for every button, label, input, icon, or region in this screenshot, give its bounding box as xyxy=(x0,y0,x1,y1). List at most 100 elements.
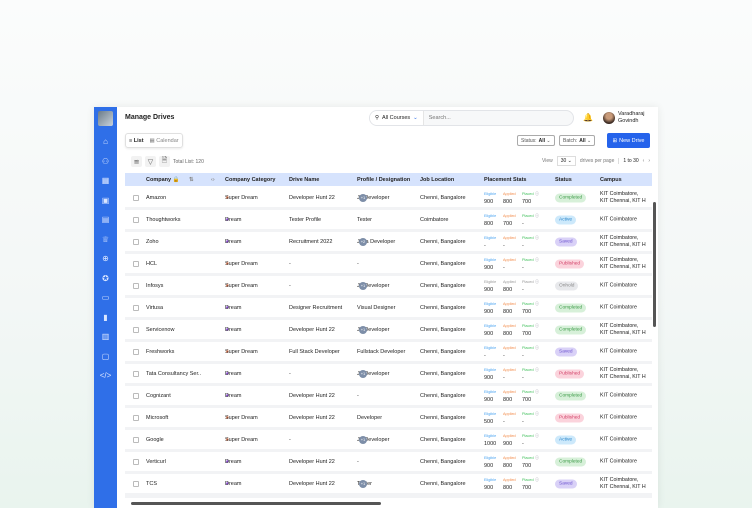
table-row[interactable]: TCS ★ Dream Developer Hunt 22 Tester+1 C… xyxy=(125,474,652,493)
table-row[interactable]: Thoughtworks ★ Dream Tester Profile Test… xyxy=(125,210,652,229)
more-profiles-badge[interactable]: +1 xyxy=(359,193,367,202)
table-row[interactable]: Infosys ★ Super Dream - Jr. Developer +1 … xyxy=(125,276,652,295)
award-icon[interactable]: ✪ xyxy=(94,269,117,289)
status-badge: Published xyxy=(555,259,585,268)
table-row[interactable]: Microsoft ★ Super Dream Developer Hunt 2… xyxy=(125,408,652,427)
drive-name: Developer Hunt 22 xyxy=(289,458,335,465)
horizontal-scrollbar[interactable] xyxy=(131,502,381,505)
info-icon[interactable]: ⓘ xyxy=(535,300,539,308)
row-checkbox[interactable] xyxy=(133,260,139,267)
col-company[interactable]: Company 🔒 xyxy=(146,177,179,183)
col-stats[interactable]: Placement Stats xyxy=(484,177,527,183)
table-row[interactable]: Verticurl ★ Dream Developer Hunt 22 - Ch… xyxy=(125,452,652,471)
id-card-icon[interactable]: ▥ xyxy=(94,327,117,347)
info-icon[interactable]: ⓘ xyxy=(535,410,539,418)
table-row[interactable]: Amazon ★ Super Dream Developer Hunt 22 J… xyxy=(125,188,652,207)
info-icon[interactable]: ⓘ xyxy=(535,190,539,198)
col-location[interactable]: Job Location xyxy=(420,177,454,183)
search-input[interactable] xyxy=(423,115,554,121)
row-checkbox[interactable] xyxy=(133,370,139,377)
table-row[interactable]: Zoho ★ Dream Recruitment 2022 Java Devel… xyxy=(125,232,652,251)
drive-name: Developer Hunt 22 xyxy=(289,194,335,201)
placement-stats: Eligible Applied Placed ⓘ 900 800 700 xyxy=(484,388,539,403)
more-profiles-badge[interactable]: +1 xyxy=(359,325,367,334)
more-profiles-badge[interactable]: +1 xyxy=(359,369,367,378)
book-icon[interactable]: ▤ xyxy=(94,210,117,230)
batch-filter[interactable]: Batch: All ⌄ xyxy=(559,135,596,146)
row-checkbox[interactable] xyxy=(133,414,139,421)
per-page-select[interactable]: 30 ⌄ xyxy=(556,156,576,166)
clipboard-icon[interactable]: ▣ xyxy=(94,191,117,211)
info-icon[interactable]: ⓘ xyxy=(535,476,539,484)
next-page-icon[interactable]: › xyxy=(648,158,650,164)
row-checkbox[interactable] xyxy=(133,282,139,289)
info-icon[interactable]: ⓘ xyxy=(535,256,539,264)
tab-list[interactable]: ≡ List xyxy=(126,134,147,147)
export-icon[interactable]: 🗎 xyxy=(159,156,170,167)
prev-page-icon[interactable]: ‹ xyxy=(643,158,645,164)
briefcase-icon[interactable]: ▭ xyxy=(94,288,117,308)
vertical-scrollbar[interactable] xyxy=(653,202,656,327)
row-checkbox[interactable] xyxy=(133,392,139,399)
campus: KIT Coimbatore xyxy=(600,282,637,288)
grid-icon[interactable]: ▦ xyxy=(94,171,117,191)
users-icon[interactable]: ⚇ xyxy=(94,152,117,172)
drive-name: Developer Hunt 22 xyxy=(289,392,335,399)
info-icon[interactable]: ⓘ xyxy=(535,344,539,352)
status-filter[interactable]: Status: All ⌄ xyxy=(517,135,555,146)
bell-icon[interactable]: 🔔 xyxy=(583,113,593,122)
row-checkbox[interactable] xyxy=(133,238,139,245)
more-profiles-badge[interactable]: +1 xyxy=(359,435,367,444)
col-category[interactable]: Company Category xyxy=(225,177,275,183)
info-icon[interactable]: ⓘ xyxy=(535,278,539,286)
drive-name: Developer Hunt 22 xyxy=(289,414,335,421)
company-name: Zoho xyxy=(146,238,159,245)
filter-icon[interactable]: ▽ xyxy=(145,156,156,167)
table-row[interactable]: Google ★ Super Dream - Jr. Developer +1 C… xyxy=(125,430,652,449)
sort-icon[interactable]: ⇅ xyxy=(189,177,194,183)
table-row[interactable]: HCL ★ Super Dream - - Chenni, Bangalore … xyxy=(125,254,652,273)
tab-calendar[interactable]: ▦ Calendar xyxy=(147,134,182,147)
more-profiles-badge[interactable]: +1 xyxy=(359,479,367,488)
course-filter[interactable]: ⚲ All Courses ⌄ xyxy=(370,111,424,125)
table-row[interactable]: Tata Consultancy Ser.. ★ Dream - Jr. Dev… xyxy=(125,364,652,383)
row-checkbox[interactable] xyxy=(133,194,139,201)
info-icon[interactable]: ⓘ xyxy=(535,388,539,396)
table-row[interactable]: Virtusa ★ Dream Designer Recruitment Vis… xyxy=(125,298,652,317)
row-checkbox[interactable] xyxy=(133,348,139,355)
row-checkbox[interactable] xyxy=(133,458,139,465)
row-checkbox[interactable] xyxy=(133,326,139,333)
row-checkbox[interactable] xyxy=(133,304,139,311)
plus-circle-icon[interactable]: ⊕ xyxy=(94,249,117,269)
more-profiles-badge[interactable]: +2 xyxy=(359,237,367,246)
info-icon[interactable]: ⓘ xyxy=(535,432,539,440)
info-icon[interactable]: ⓘ xyxy=(535,234,539,242)
table-row[interactable]: Cognizant ★ Dream Developer Hunt 22 - Ch… xyxy=(125,386,652,405)
user-menu[interactable]: Varadharaj Govindh xyxy=(603,111,645,125)
table-row[interactable]: Freshworks ★ Super Dream Full Stack Deve… xyxy=(125,342,652,361)
row-checkbox[interactable] xyxy=(133,216,139,223)
row-checkbox[interactable] xyxy=(133,436,139,443)
settings-sliders-icon[interactable]: ≌ xyxy=(131,156,142,167)
row-checkbox[interactable] xyxy=(133,480,139,487)
col-campus[interactable]: Campus xyxy=(600,177,622,183)
info-icon[interactable]: ⓘ xyxy=(535,212,539,220)
col-drive-name[interactable]: Drive Name xyxy=(289,177,319,183)
more-profiles-badge[interactable]: +1 xyxy=(359,281,367,290)
info-icon[interactable]: ⓘ xyxy=(535,322,539,330)
trophy-icon[interactable]: ♕ xyxy=(94,230,117,250)
code-icon[interactable]: </> xyxy=(94,366,117,386)
col-profile[interactable]: Profile / Designation xyxy=(357,177,410,183)
home-icon[interactable]: ⌂ xyxy=(94,132,117,152)
col-status[interactable]: Status xyxy=(555,177,572,183)
status-badge: Published xyxy=(555,413,585,422)
table-row[interactable]: Servicenow ★ Dream Developer Hunt 22 Jr.… xyxy=(125,320,652,339)
expand-icon[interactable]: ‹› xyxy=(211,177,215,183)
chat-icon[interactable]: ▢ xyxy=(94,347,117,367)
drive-name: Recruitment 2022 xyxy=(289,238,333,245)
info-icon[interactable]: ⓘ xyxy=(535,454,539,462)
chart-icon[interactable]: ▮ xyxy=(94,308,117,328)
job-location: Coimbatore xyxy=(420,216,449,223)
new-drive-button[interactable]: ⊞ New Drive xyxy=(607,133,650,148)
info-icon[interactable]: ⓘ xyxy=(535,366,539,374)
